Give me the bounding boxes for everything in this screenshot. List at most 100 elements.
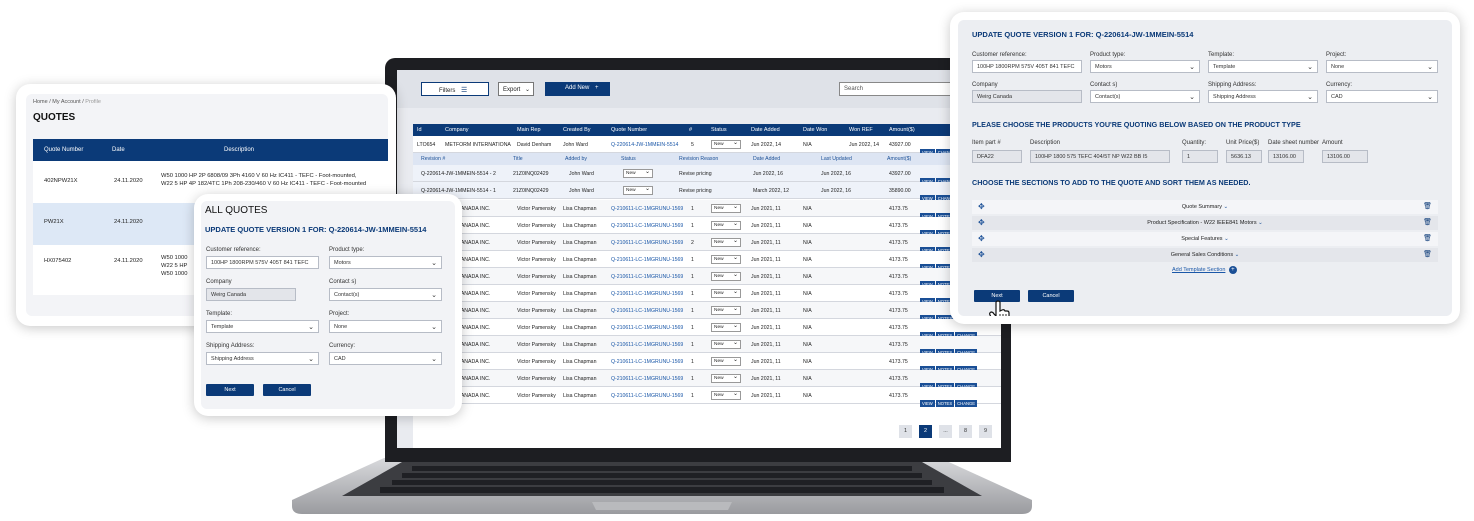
- cell-quote-link[interactable]: Q-210611-LC-1MGRUNU-1569: [611, 257, 683, 263]
- chevron-down-icon[interactable]: ⌄: [1257, 220, 1263, 226]
- add-template-section-link[interactable]: Add Template Section +: [1172, 266, 1237, 274]
- trash-icon[interactable]: 🗑: [1423, 234, 1432, 242]
- revision-row[interactable]: Q-220614-JW-1MMEIN-5514 - 1 21Z0INQ02429…: [413, 182, 1001, 202]
- customer-ref-input[interactable]: 100HP 1800RPM 575V 405T 841 TEFC: [206, 256, 319, 269]
- col-amount[interactable]: Amount($): [889, 127, 915, 133]
- status-select[interactable]: New: [711, 271, 741, 281]
- col-won-ref[interactable]: Won REF: [849, 127, 873, 133]
- cell-quote-link[interactable]: Q-210611-LC-1MGRUNU-1569: [611, 376, 683, 382]
- unit-price-input[interactable]: 5636.13: [1226, 150, 1262, 163]
- table-row[interactable]: FOS CANADA INC. Victor Pamensky Lisa Chapm…: [413, 234, 1001, 254]
- page-button[interactable]: 8: [959, 425, 972, 438]
- col-company[interactable]: Company: [445, 127, 469, 133]
- chevron-down-icon[interactable]: ⌄: [1223, 236, 1229, 242]
- cell-quote-link[interactable]: Q-210611-LC-1MGRUNU-1569: [611, 393, 683, 399]
- rev-status-select[interactable]: New: [623, 168, 653, 178]
- cell-quote-link[interactable]: Q-210611-LC-1MGRUNU-1569: [611, 206, 683, 212]
- col-quote-number[interactable]: Quote Number: [611, 127, 647, 133]
- export-button[interactable]: Export ⌄: [498, 82, 534, 96]
- col-id[interactable]: Id: [417, 127, 422, 133]
- next-button[interactable]: Next: [206, 384, 254, 396]
- section-row[interactable]: ✥ Quote Summary ⌄ 🗑: [972, 200, 1438, 214]
- col-description[interactable]: Description: [224, 147, 254, 153]
- col-quote-number[interactable]: Quote Number: [44, 147, 83, 153]
- contacts-select[interactable]: Contact(s) ⌄: [329, 288, 442, 301]
- page-button[interactable]: 1: [899, 425, 912, 438]
- status-select[interactable]: New: [711, 237, 741, 247]
- date-sheet-input[interactable]: 13106.00: [1268, 150, 1304, 163]
- cell-quote-link[interactable]: Q-210611-LC-1MGRUNU-1569: [611, 308, 683, 314]
- product-type-select[interactable]: Motors ⌄: [329, 256, 442, 269]
- col-date[interactable]: Date: [112, 147, 125, 153]
- col-num[interactable]: #: [689, 127, 692, 133]
- status-select[interactable]: New: [711, 305, 741, 315]
- section-row[interactable]: ✥ General Sales Conditions ⌄ 🗑: [972, 248, 1438, 262]
- col-date-added[interactable]: Date Added: [751, 127, 780, 133]
- cancel-button[interactable]: Cancel: [1028, 290, 1074, 302]
- status-select[interactable]: New: [711, 288, 741, 298]
- filters-button[interactable]: Filters ☰: [421, 82, 489, 96]
- cancel-button[interactable]: Cancel: [263, 384, 311, 396]
- cell-quote-link[interactable]: Q-210611-LC-1MGRUNU-1569: [611, 274, 683, 280]
- table-row[interactable]: FOS CANADA INC. Victor Pamensky Lisa Chapm…: [413, 251, 1001, 271]
- description-input[interactable]: 100HP 1800 575 TEFC 404/5T NP W22 BB I5: [1030, 150, 1170, 163]
- shipping-select[interactable]: Shipping Address ⌄: [206, 352, 319, 365]
- status-select[interactable]: New: [711, 322, 741, 332]
- page-button[interactable]: 9: [979, 425, 992, 438]
- table-row[interactable]: FOS CANADA INC. Victor Pamensky Lisa Chapm…: [413, 285, 1001, 305]
- template-select[interactable]: Template ⌄: [1208, 60, 1318, 73]
- amount-input[interactable]: 13106.00: [1322, 150, 1368, 163]
- project-select[interactable]: None ⌄: [329, 320, 442, 333]
- page-button[interactable]: 2: [919, 425, 932, 438]
- col-date-won[interactable]: Date Won: [803, 127, 827, 133]
- view-button[interactable]: VIEW: [920, 400, 935, 407]
- cell-quote-link[interactable]: Q-210611-LC-1MGRUNU-1569: [611, 291, 683, 297]
- table-row[interactable]: FOS CANADA INC. Victor Pamensky Lisa Chapm…: [413, 268, 1001, 288]
- notes-button[interactable]: NOTES: [935, 400, 955, 407]
- template-select[interactable]: Template ⌄: [206, 320, 319, 333]
- page-button[interactable]: ...: [939, 425, 952, 438]
- trash-icon[interactable]: 🗑: [1423, 202, 1432, 210]
- table-row[interactable]: FOS CANADA INC. Victor Pamensky Lisa Chapm…: [413, 336, 1001, 356]
- chevron-down-icon[interactable]: ⌄: [1233, 252, 1240, 258]
- company-input[interactable]: Weirg Canada: [972, 90, 1082, 103]
- status-select[interactable]: New: [711, 356, 741, 366]
- col-created-by[interactable]: Created By: [563, 127, 591, 133]
- item-input[interactable]: DFA22: [972, 150, 1022, 163]
- status-select[interactable]: New: [711, 220, 741, 230]
- table-row[interactable]: FOS CANADA INC. Victor Pamensky Lisa Chapm…: [413, 200, 1001, 220]
- revision-row[interactable]: Q-220614-JW-1MMEIN-5514 - 2 21Z0INQ02429…: [413, 165, 1001, 185]
- status-select[interactable]: New: [711, 203, 741, 213]
- status-select[interactable]: New: [711, 390, 741, 400]
- customer-ref-input[interactable]: 100HP 1800RPM 575V 405T 841 TEFC: [972, 60, 1082, 73]
- currency-select[interactable]: CAD ⌄: [1326, 90, 1438, 103]
- project-select[interactable]: None ⌄: [1326, 60, 1438, 73]
- cell-quote-link[interactable]: Q-210611-LC-1MGRUNU-1569: [611, 342, 683, 348]
- table-row[interactable]: FOS CANADA INC. Victor Pamensky Lisa Chapm…: [413, 370, 1001, 390]
- company-input[interactable]: Weirg Canada: [206, 288, 296, 301]
- breadcrumb-account[interactable]: My Account: [52, 99, 80, 105]
- chevron-down-icon[interactable]: ⌄: [1222, 204, 1228, 210]
- trash-icon[interactable]: 🗑: [1423, 218, 1432, 226]
- col-status[interactable]: Status: [711, 127, 727, 133]
- section-row[interactable]: ✥ Product Specification - W22 IEEE841 Mot…: [972, 216, 1438, 230]
- section-row[interactable]: ✥ Special Features ⌄ 🗑: [972, 232, 1438, 246]
- col-main-rep[interactable]: Main Rep: [517, 127, 541, 133]
- table-row[interactable]: FOS CANADA INC. Victor Pamensky Lisa Chapm…: [413, 353, 1001, 373]
- table-row[interactable]: FOS CANADA INC. Victor Pamensky Lisa Chapm…: [413, 387, 1001, 407]
- cell-quote-link[interactable]: Q-210611-LC-1MGRUNU-1569: [611, 223, 683, 229]
- cell-quote-link[interactable]: Q-220614-JW-1MMEIN-5514: [611, 142, 678, 148]
- shipping-select[interactable]: Shipping Address ⌄: [1208, 90, 1318, 103]
- table-row[interactable]: FOS CANADA INC. Victor Pamensky Lisa Chapm…: [413, 217, 1001, 237]
- product-type-select[interactable]: Motors ⌄: [1090, 60, 1200, 73]
- cell-quote-link[interactable]: Q-210611-LC-1MGRUNU-1569: [611, 359, 683, 365]
- status-select[interactable]: New: [711, 254, 741, 264]
- cell-quote-link[interactable]: Q-210611-LC-1MGRUNU-1569: [611, 240, 683, 246]
- contacts-select[interactable]: Contact(s) ⌄: [1090, 90, 1200, 103]
- breadcrumb-home[interactable]: Home: [33, 99, 48, 105]
- add-new-button[interactable]: Add New +: [545, 82, 610, 96]
- currency-select[interactable]: CAD ⌄: [329, 352, 442, 365]
- table-row[interactable]: FOS CANADA INC. Victor Pamensky Lisa Chapm…: [413, 302, 1001, 322]
- trash-icon[interactable]: 🗑: [1423, 250, 1432, 258]
- table-row-main[interactable]: LTO654 METFORM INTERNATIONA David Denham…: [413, 136, 1001, 156]
